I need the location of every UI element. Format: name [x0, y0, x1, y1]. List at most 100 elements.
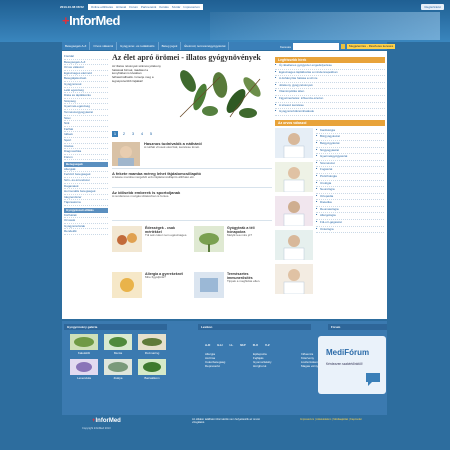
- gallery-item[interactable]: Kakukkfű: [70, 334, 98, 355]
- top-link[interactable]: Online előfizetés: [91, 4, 113, 10]
- doctor-link[interactable]: Kardiológia: [316, 128, 384, 135]
- doctor-link[interactable]: Nőgyógyászat: [316, 148, 384, 155]
- register-button[interactable]: Regisztráció: [421, 4, 444, 10]
- top-link[interactable]: Partnereink: [141, 4, 156, 10]
- article-desc: A náthát vírusok okozzák, kezelése tünet…: [144, 145, 200, 150]
- lexicon-term[interactable]: Depresszió: [205, 364, 247, 368]
- nav-tab[interactable]: Beteg jogok: [159, 42, 182, 50]
- search-input[interactable]: [293, 43, 340, 50]
- letter-link[interactable]: A-D: [205, 343, 210, 347]
- top-link[interactable]: Szótár: [172, 4, 181, 10]
- article-desc: Mire figyeljünk?: [145, 275, 166, 279]
- article-thumbnail[interactable]: [194, 272, 224, 298]
- page-1[interactable]: 1: [112, 131, 118, 137]
- page-5[interactable]: 5: [148, 131, 154, 137]
- gallery-item[interactable]: Rozmaring: [138, 334, 166, 355]
- article-thumbnail[interactable]: [112, 272, 142, 298]
- footer-logo[interactable]: +InforMed: [92, 418, 121, 424]
- footer-brand-name: InforMed: [95, 418, 121, 424]
- herbs-image[interactable]: [170, 67, 270, 123]
- news-item[interactable]: Gyógyszerkölcsönhatások: [275, 109, 385, 116]
- top-link[interactable]: Fórum: [129, 4, 138, 10]
- doctor-link[interactable]: Fül-orr-gégészet: [316, 220, 384, 227]
- sidebar-item[interactable]: Fórum: [64, 155, 108, 161]
- doctor-link[interactable]: Belgyógyászat: [316, 141, 384, 148]
- news-item[interactable]: Jótékony gyógynövények: [275, 83, 385, 90]
- gallery-caption: Zsálya: [113, 376, 123, 380]
- doctor-card-image[interactable]: [275, 263, 313, 294]
- headline[interactable]: Az élet apró örömei - illatos gyógynövén…: [112, 53, 272, 62]
- nav-tab[interactable]: Betegségek A-Z: [62, 42, 91, 50]
- gallery-item[interactable]: Zsálya: [104, 359, 132, 380]
- gallery-item[interactable]: Bazsalikom: [138, 359, 166, 380]
- top-link[interactable]: Kérdés: [159, 4, 169, 10]
- featured-article: Az illatos növények számos jótékony hatá…: [112, 64, 272, 125]
- doctor-card-image[interactable]: [275, 229, 313, 260]
- doctor-card-image[interactable]: [275, 161, 313, 192]
- doctor-link[interactable]: Onkológia: [316, 227, 384, 234]
- news-item[interactable]: Egészséges táplálkozás a mindennapokban: [275, 70, 385, 77]
- news-item[interactable]: A dohányzás hatása a szívre: [275, 76, 385, 83]
- doctor-link[interactable]: Reumatológia: [316, 207, 384, 214]
- footer-disclaimer: Az oldalon található információk nem hel…: [192, 418, 260, 425]
- doctor-link[interactable]: Gyermekgyógyászat: [316, 154, 384, 161]
- leftnav-list: Kórházak Orvosok Gyógyszertárak Rendelők: [64, 213, 108, 235]
- footer: +InforMed Copyright InforMed 2013 Az old…: [62, 415, 387, 450]
- forum-promo[interactable]: MediFórum Kérdezzen szakértőinktől!: [318, 336, 386, 394]
- gallery-item[interactable]: Levendula: [70, 359, 98, 380]
- top-link[interactable]: Impresszum: [183, 4, 199, 10]
- letter-link[interactable]: V-Z: [265, 343, 270, 347]
- doctor-link[interactable]: Ortopédia: [316, 194, 384, 201]
- gallery-item[interactable]: Menta: [104, 334, 132, 355]
- article-desc: A rendszeres mozgás időskorban is fontos…: [112, 194, 170, 199]
- gallery-caption: Rozmaring: [144, 351, 160, 355]
- pager: 1 2 3 4 5: [112, 131, 154, 137]
- news-item[interactable]: Vitaminpótlás télen: [275, 89, 385, 96]
- sidebar-item[interactable]: Rendelők: [64, 229, 108, 235]
- page-2[interactable]: 2: [121, 131, 127, 137]
- footer-links[interactable]: Impresszum | Adatvédelem | Médiaajánlat …: [300, 418, 388, 421]
- gallery-header: Gyógynövény galéria: [64, 324, 167, 330]
- right-sidebar: Legfrissebb hírek Új rákellenes gyógysze…: [275, 57, 385, 294]
- forum-subtitle: Kérdezzen szakértőinktől!: [326, 362, 363, 366]
- top-link[interactable]: Hírlevél: [116, 4, 126, 10]
- sidebar-item[interactable]: Tápcsatorna: [64, 200, 108, 207]
- lexicon-term[interactable]: Hörghurut: [253, 364, 295, 368]
- article-desc: Tippek a megfázás ellen.: [227, 279, 261, 283]
- article-thumbnail[interactable]: [112, 226, 142, 252]
- gallery-thumbnail: [138, 359, 166, 375]
- letter-link[interactable]: M-P: [240, 343, 246, 347]
- news-item[interactable]: Új rákellenes gyógyszer engedélyezése: [275, 63, 385, 70]
- letter-link[interactable]: I-L: [230, 343, 234, 347]
- advanced-search-link[interactable]: Megjelenítés - Részletes keresés: [347, 44, 396, 49]
- page-4[interactable]: 4: [139, 131, 145, 137]
- doctor-card-image[interactable]: [275, 127, 313, 158]
- doctor-link[interactable]: Dietetika: [316, 200, 384, 207]
- doctor-link[interactable]: Urológia: [316, 181, 384, 188]
- doctor-link[interactable]: Neurológia: [316, 187, 384, 194]
- doctor-link[interactable]: Bőrgyógyászat: [316, 134, 384, 141]
- news-item[interactable]: Figyelmeztetés: influenza-szezon: [275, 96, 385, 103]
- article-thumbnail[interactable]: [112, 142, 140, 166]
- gallery-thumbnail: [70, 334, 98, 350]
- date-label: 2013-10-08 08:52: [60, 5, 84, 9]
- nav-tab[interactable]: Életmód, természetgyógyászat: [181, 42, 230, 50]
- doctor-link[interactable]: Szemészet: [316, 161, 384, 168]
- search-go-button[interactable]: [341, 44, 346, 49]
- doctor-link[interactable]: Allergológia: [316, 213, 384, 221]
- nav-tab[interactable]: Orvos válaszol: [90, 42, 118, 50]
- brand-logo[interactable]: +InforMed: [62, 13, 120, 28]
- letter-link[interactable]: R-U: [253, 343, 258, 347]
- news-item[interactable]: A stressz kezelése: [275, 103, 385, 110]
- article-thumbnail[interactable]: [194, 226, 224, 252]
- article-desc: Túl sok cukor nem egészséges.: [145, 233, 188, 237]
- nav-tab[interactable]: Gyógyszer- és tudásbázis: [117, 42, 159, 50]
- footer-copyright: Copyright InforMed 2013: [82, 427, 111, 430]
- divider: [112, 187, 272, 188]
- doctor-link[interactable]: Fogászat: [316, 167, 384, 174]
- letter-link[interactable]: E-H: [217, 343, 222, 347]
- search-bar: Keresés Megjelenítés - Részletes keresés: [280, 43, 396, 50]
- doctor-link[interactable]: Pszichológia: [316, 174, 384, 181]
- doctor-card-image[interactable]: [275, 195, 313, 226]
- page-3[interactable]: 3: [130, 131, 136, 137]
